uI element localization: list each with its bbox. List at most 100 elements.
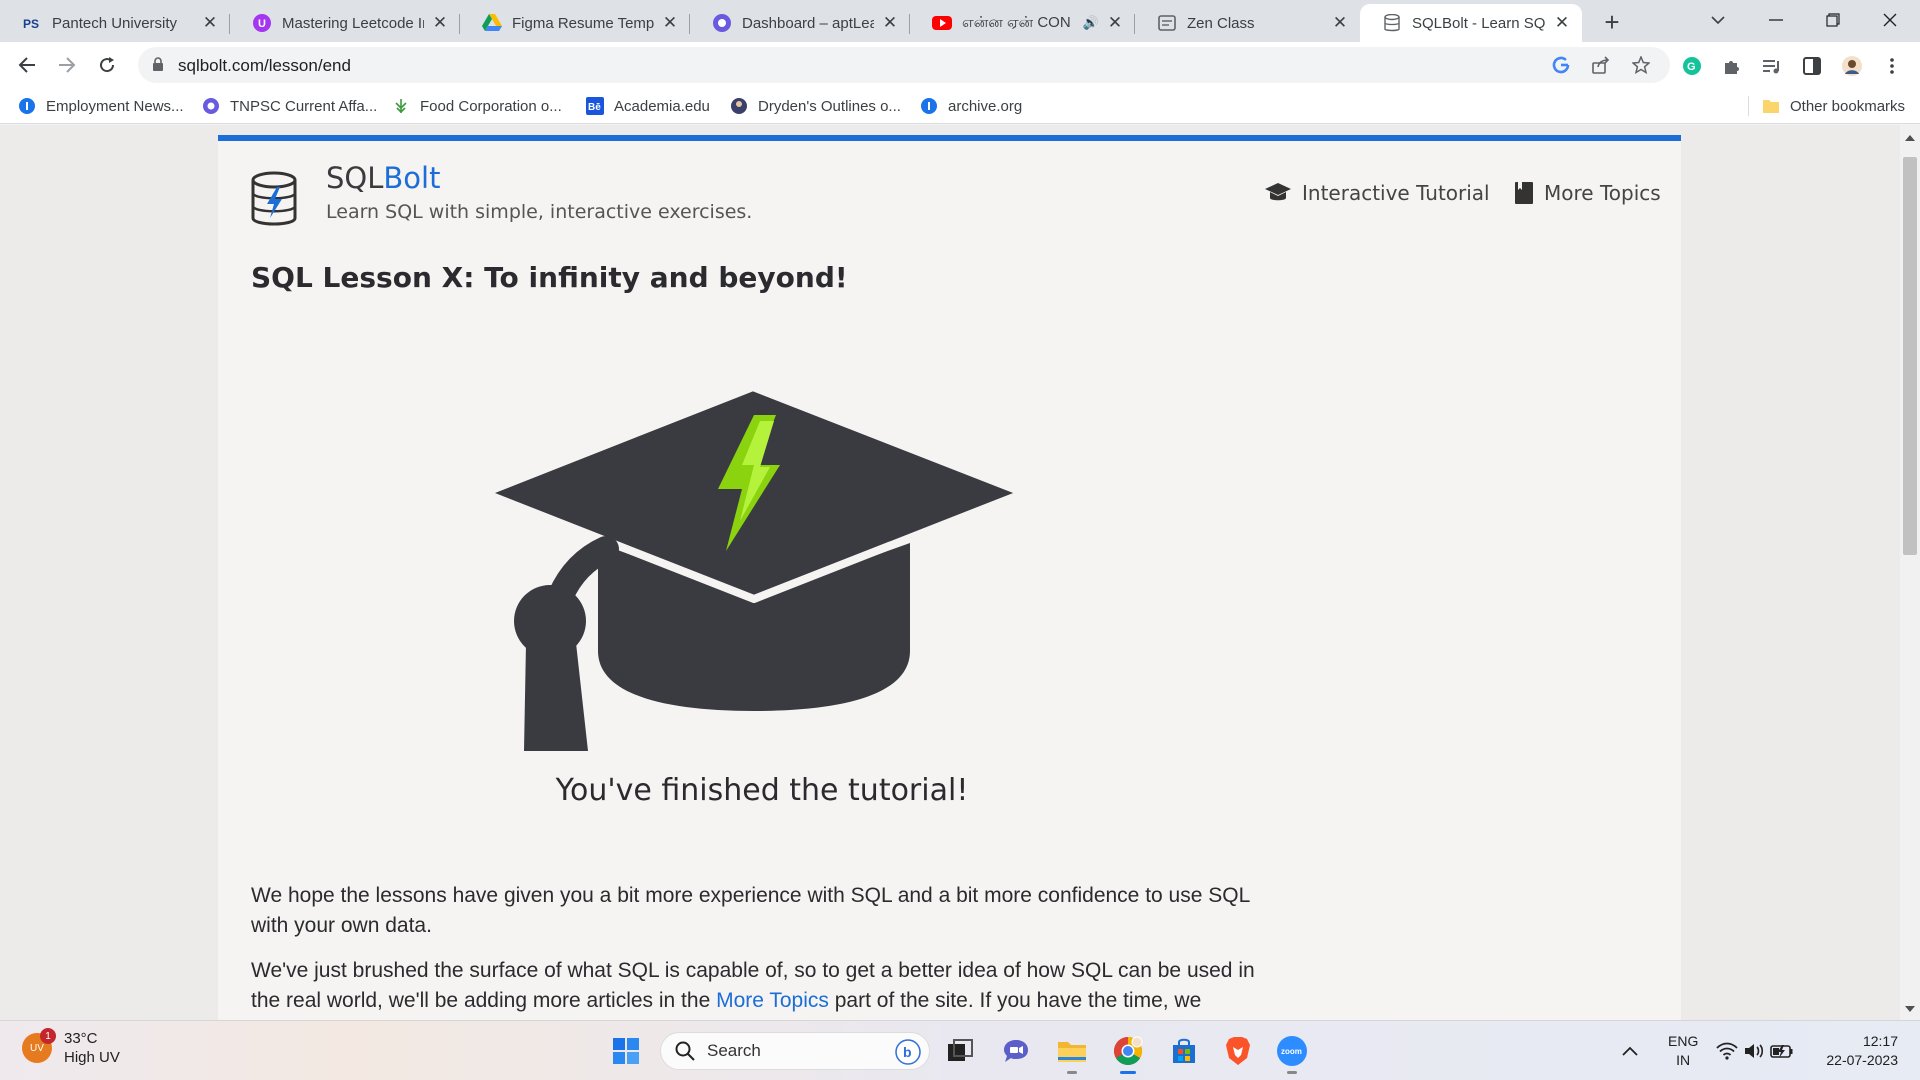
bookmark-food-corporation[interactable]: Food Corporation o... [392,94,562,118]
windows-logo-icon [613,1038,639,1064]
brave-browser-button[interactable] [1218,1031,1258,1071]
taskbar-search-box[interactable]: Search b [660,1032,930,1070]
system-clock[interactable]: 12:17 22-07-2023 [1810,1032,1898,1070]
weather-description: High UV [64,1049,120,1066]
fci-icon [392,97,410,115]
youtube-favicon-icon [932,13,952,33]
forward-button[interactable] [52,50,82,80]
side-panel-icon[interactable] [1800,54,1824,78]
svg-text:G: G [1687,61,1696,73]
tnpsc-icon [202,97,220,115]
bookmarks-separator [1748,96,1749,116]
show-hidden-icons-button[interactable] [1622,1021,1638,1080]
svg-text:b: b [903,1044,912,1060]
share-icon[interactable] [1590,54,1612,76]
task-view-button[interactable] [940,1031,980,1071]
running-indicator [1067,1071,1077,1074]
tab-search-chevron-icon[interactable] [1690,0,1746,40]
zoom-app-button[interactable]: zoom [1272,1031,1312,1074]
tab-close-icon[interactable]: ✕ [1105,13,1125,33]
interactive-tutorial-link[interactable]: Interactive Tutorial [1264,181,1490,205]
media-controls-icon[interactable] [1760,54,1784,78]
tab-close-icon[interactable]: ✕ [430,13,450,33]
nav-label: More Topics [1544,181,1661,205]
url-text[interactable]: sqlbolt.com/lesson/end [178,56,351,76]
brand-accent: Bolt [383,161,441,195]
tab-close-icon[interactable]: ✕ [1552,13,1572,33]
new-tab-button[interactable]: + [1598,9,1626,37]
restore-button[interactable] [1805,0,1861,40]
more-topics-link[interactable]: More Topics [1514,181,1661,205]
address-bar[interactable]: sqlbolt.com/lesson/end [138,47,1670,83]
chrome-menu-icon[interactable] [1880,54,1904,78]
bookmark-archive-org[interactable]: archive.org [920,94,1022,118]
page-scrollbar[interactable] [1900,125,1920,1020]
teams-chat-button[interactable] [996,1031,1036,1071]
tab-pantech[interactable]: PS Pantech University ✕ [0,4,230,42]
tab-udemy[interactable]: U Mastering Leetcode In ✕ [230,4,460,42]
bing-icon[interactable]: b [895,1039,921,1070]
graduation-cap-bolt-illustration [480,383,1028,751]
microsoft-store-button[interactable] [1164,1031,1204,1071]
network-volume-battery-group[interactable] [1716,1021,1794,1080]
lock-icon[interactable] [152,57,164,77]
chrome-button[interactable] [1108,1031,1148,1074]
bookmark-academia[interactable]: Bē Academia.edu [586,94,710,118]
other-bookmarks-folder[interactable]: Other bookmarks [1762,94,1905,118]
wifi-icon [1716,1042,1738,1060]
tab-aptlearn[interactable]: Dashboard – aptLearn ✕ [690,4,910,42]
grammarly-icon[interactable]: G [1680,54,1704,78]
tab-zen-class[interactable]: Zen Class ✕ [1135,4,1360,42]
dryden-icon [730,97,748,115]
tab-title: என்ன ஏன் CON [962,13,1071,31]
tab-title: Dashboard – aptLearn [742,14,874,32]
bookmark-star-icon[interactable] [1630,54,1652,76]
speaker-icon[interactable]: 🔊 [1083,15,1099,31]
tab-sqlbolt[interactable]: SQLBolt - Learn SQL - ✕ [1360,4,1582,42]
minimize-button[interactable] [1748,0,1804,40]
scroll-thumb[interactable] [1903,157,1917,555]
book-icon [1514,181,1534,205]
back-button[interactable] [12,50,42,80]
content-panel: SQLBolt Learn SQL with simple, interacti… [218,135,1681,1020]
tab-figma-resume[interactable]: Figma Resume Templ ✕ [460,4,690,42]
sqlbolt-logo-icon[interactable] [250,171,298,227]
volume-icon [1745,1044,1764,1058]
svg-text:PS: PS [23,17,39,30]
bookmarks-bar: Employment News... TNPSC Current Affa...… [0,88,1920,124]
language-indicator[interactable]: ENG IN [1668,1032,1698,1070]
browser-toolbar: sqlbolt.com/lesson/end G [0,42,1920,88]
tab-close-icon[interactable]: ✕ [1330,13,1350,33]
more-topics-inline-link[interactable]: More Topics [716,989,829,1012]
folder-icon [1762,97,1780,115]
clock-time: 12:17 [1862,1033,1898,1049]
tab-close-icon[interactable]: ✕ [200,13,220,33]
close-window-button[interactable] [1862,0,1918,40]
extensions-puzzle-icon[interactable] [1720,54,1744,78]
chevron-up-icon [1622,1046,1638,1056]
tab-youtube[interactable]: என்ன ஏன் CON 🔊 ✕ [910,4,1135,42]
file-explorer-button[interactable] [1052,1031,1092,1074]
tab-close-icon[interactable]: ✕ [660,13,680,33]
nav-label: Interactive Tutorial [1302,181,1490,205]
tab-title: Zen Class [1187,14,1255,32]
site-tagline: Learn SQL with simple, interactive exerc… [326,201,753,223]
bookmark-tnpsc[interactable]: TNPSC Current Affa... [202,94,377,118]
weather-widget[interactable]: UV 1 33°C High UV [22,1028,120,1067]
svg-text:U: U [258,18,266,30]
tab-close-icon[interactable]: ✕ [880,13,900,33]
site-brand[interactable]: SQLBolt [326,161,440,195]
google-lens-icon[interactable] [1550,54,1572,76]
zenclass-favicon-icon [1157,13,1177,33]
bookmark-dryden[interactable]: Dryden's Outlines o... [730,94,901,118]
reload-button[interactable] [92,50,122,80]
profile-avatar-icon[interactable] [1840,54,1864,78]
sqlbolt-favicon-icon [1382,13,1402,33]
scroll-down-arrow-icon[interactable] [1905,1006,1915,1012]
scroll-up-arrow-icon[interactable] [1905,135,1915,141]
start-button[interactable] [606,1031,646,1071]
chat-icon [1004,1040,1028,1062]
bookmark-label: Employment News... [46,97,184,115]
language-code: ENG [1668,1033,1699,1049]
bookmark-employment-news[interactable]: Employment News... [18,94,184,118]
